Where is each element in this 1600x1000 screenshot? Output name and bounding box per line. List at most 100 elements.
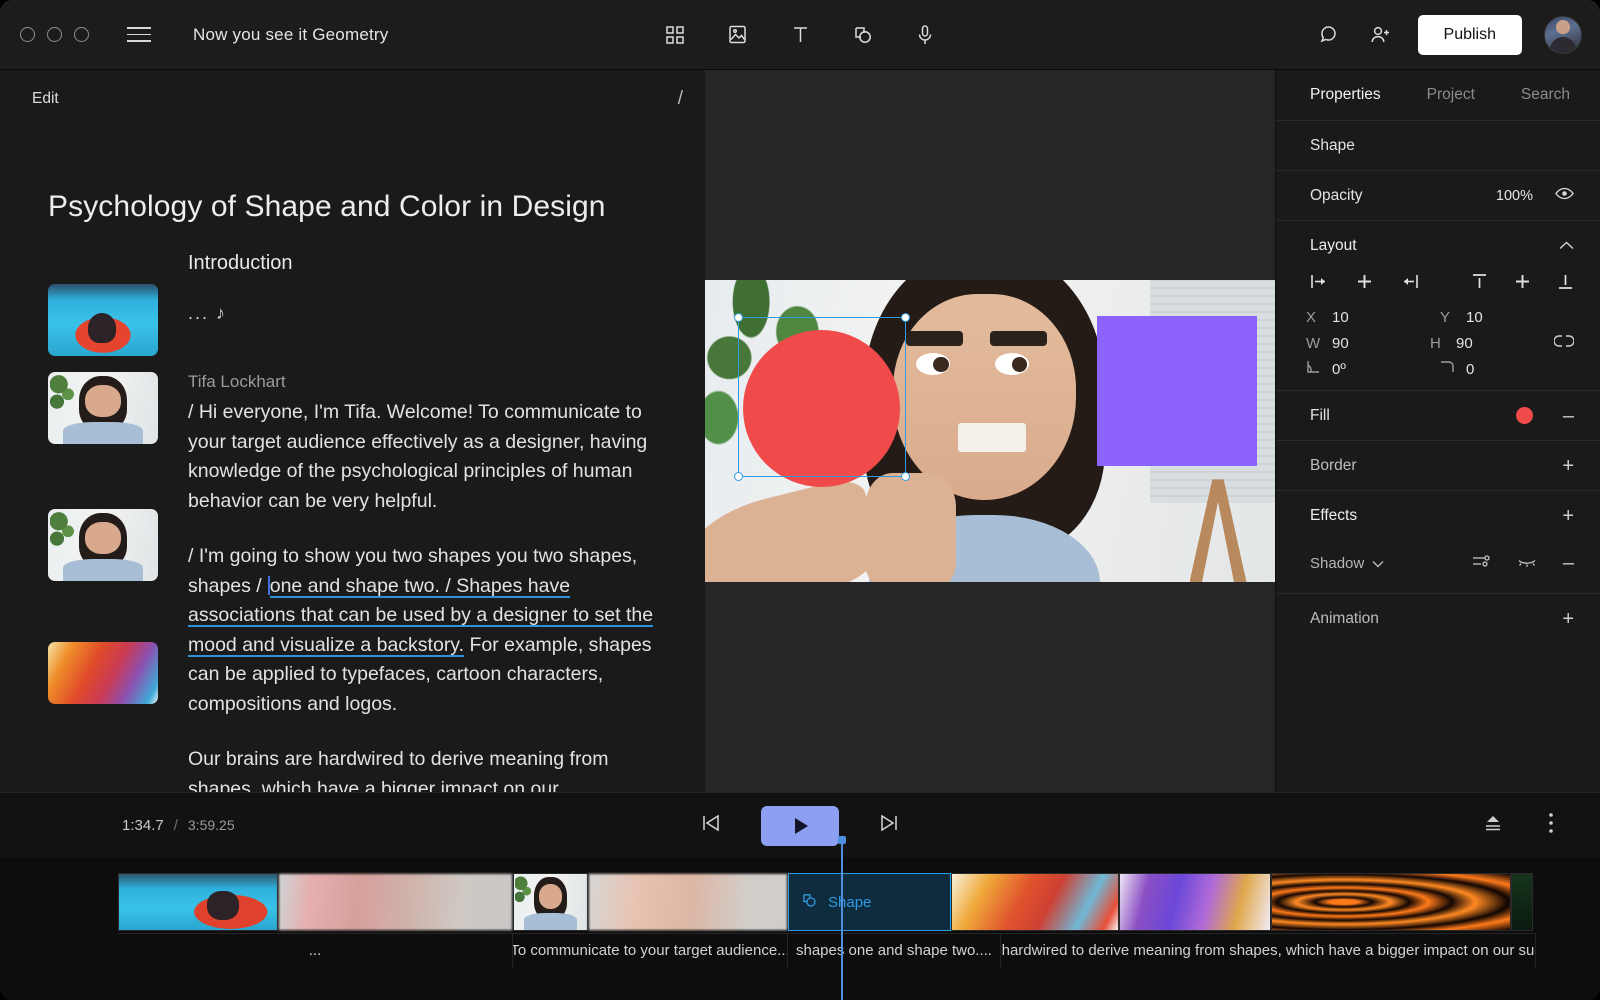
- caption-segment[interactable]: hardwired to derive meaning from shapes,…: [1001, 933, 1536, 967]
- timeline[interactable]: Shape ... To communicate to your target …: [0, 858, 1600, 1000]
- script-paragraph-2[interactable]: / I'm going to show you two shapes you t…: [188, 542, 667, 719]
- layout-header[interactable]: Layout: [1276, 221, 1600, 271]
- position-row[interactable]: X 10 Y 10: [1276, 305, 1600, 330]
- border-row[interactable]: Border +: [1276, 440, 1600, 490]
- shadow-hide-icon[interactable]: [1517, 555, 1537, 572]
- width-field[interactable]: W 90: [1306, 335, 1430, 352]
- caption-segment[interactable]: ...: [118, 933, 513, 967]
- purple-square-shape[interactable]: [1097, 316, 1257, 466]
- remove-shadow-icon[interactable]: –: [1563, 553, 1574, 573]
- visibility-eye-icon[interactable]: [1555, 187, 1574, 205]
- skip-previous-icon[interactable]: [700, 814, 722, 837]
- timeline-clip[interactable]: [513, 873, 588, 931]
- timeline-clip[interactable]: [1511, 873, 1533, 931]
- x-value[interactable]: 10: [1332, 309, 1349, 326]
- grid-icon[interactable]: [660, 20, 690, 50]
- skip-next-icon[interactable]: [878, 814, 900, 837]
- export-icon[interactable]: [1482, 814, 1504, 837]
- y-value[interactable]: 10: [1466, 309, 1483, 326]
- x-field[interactable]: X 10: [1306, 309, 1440, 326]
- align-center-vertical-icon[interactable]: [1514, 273, 1531, 295]
- scene-thumbnail[interactable]: [48, 372, 158, 444]
- scene-thumbnail[interactable]: [48, 642, 158, 704]
- window-controls[interactable]: [20, 27, 89, 42]
- opacity-row[interactable]: Opacity 100%: [1276, 170, 1600, 220]
- align-top-icon[interactable]: [1471, 273, 1488, 295]
- timeline-clip[interactable]: [1271, 873, 1511, 931]
- microphone-icon[interactable]: [910, 20, 940, 50]
- align-left-icon[interactable]: [1310, 274, 1329, 294]
- align-center-horizontal-icon[interactable]: [1355, 274, 1374, 294]
- height-value[interactable]: 90: [1456, 335, 1473, 352]
- scene-thumbnail[interactable]: [48, 284, 158, 356]
- minimize-button[interactable]: [47, 27, 62, 42]
- fill-row[interactable]: Fill –: [1276, 390, 1600, 440]
- resize-handle-bottom-right[interactable]: [901, 472, 910, 481]
- shadow-settings-icon[interactable]: [1471, 553, 1491, 573]
- align-bottom-icon[interactable]: [1557, 273, 1574, 295]
- add-animation-icon[interactable]: +: [1562, 609, 1574, 629]
- rotation-value[interactable]: 0º: [1332, 361, 1346, 378]
- add-person-icon[interactable]: [1366, 20, 1396, 50]
- y-label: Y: [1440, 309, 1454, 326]
- play-button[interactable]: [761, 806, 839, 846]
- chevron-down-icon[interactable]: [1372, 555, 1384, 572]
- image-icon[interactable]: [723, 20, 753, 50]
- resize-handle-top-right[interactable]: [901, 313, 910, 322]
- chevron-up-icon[interactable]: [1559, 237, 1574, 255]
- text-icon[interactable]: [785, 20, 815, 50]
- edit-label[interactable]: Edit: [32, 90, 59, 108]
- rotation-field[interactable]: 0º: [1306, 360, 1440, 378]
- caption-segment[interactable]: To communicate to your target audience..…: [513, 933, 788, 967]
- playhead[interactable]: [841, 836, 843, 1000]
- tab-properties[interactable]: Properties: [1310, 86, 1381, 104]
- add-effect-icon[interactable]: +: [1562, 506, 1574, 526]
- timeline-clip[interactable]: [1119, 873, 1271, 931]
- canvas-area[interactable]: [705, 70, 1275, 792]
- resize-handle-bottom-left[interactable]: [734, 472, 743, 481]
- timeline-clip[interactable]: [118, 873, 278, 931]
- script-paragraph-1[interactable]: / Hi everyone, I'm Tifa. Welcome! To com…: [188, 398, 667, 516]
- y-field[interactable]: Y 10: [1440, 309, 1574, 326]
- timeline-track[interactable]: Shape: [118, 873, 1533, 931]
- resize-handle-top-left[interactable]: [734, 313, 743, 322]
- animation-row[interactable]: Animation +: [1276, 593, 1600, 643]
- link-aspect-ratio-icon[interactable]: [1554, 334, 1574, 352]
- slash-command-icon[interactable]: /: [678, 88, 683, 110]
- shape-clip-icon: [801, 892, 818, 913]
- rotation-corner-row[interactable]: 0º 0: [1276, 356, 1600, 382]
- size-row[interactable]: W 90 H 90: [1276, 330, 1600, 356]
- fill-color-swatch[interactable]: [1516, 407, 1533, 424]
- maximize-button[interactable]: [74, 27, 89, 42]
- corner-radius-value[interactable]: 0: [1466, 361, 1474, 378]
- video-preview[interactable]: [705, 280, 1275, 582]
- avatar[interactable]: [1544, 16, 1582, 54]
- corner-radius-field[interactable]: 0: [1440, 360, 1574, 378]
- height-field[interactable]: H 90: [1430, 335, 1554, 352]
- publish-button[interactable]: Publish: [1418, 15, 1522, 55]
- more-options-icon[interactable]: [1548, 812, 1554, 839]
- caption-segment[interactable]: shapes one and shape two....: [788, 933, 1001, 967]
- script-paragraph-3[interactable]: Our brains are hardwired to derive meani…: [188, 745, 667, 792]
- tab-project[interactable]: Project: [1427, 86, 1475, 104]
- document-title[interactable]: Now you see it Geometry: [193, 25, 388, 45]
- tab-search[interactable]: Search: [1521, 86, 1570, 104]
- menu-icon[interactable]: [127, 27, 151, 42]
- width-value[interactable]: 90: [1332, 335, 1349, 352]
- add-border-icon[interactable]: +: [1562, 456, 1574, 476]
- timeline-clip[interactable]: [278, 873, 513, 931]
- top-bar-right: Publish: [1314, 15, 1582, 55]
- selection-box[interactable]: [738, 317, 906, 477]
- caption-strip[interactable]: ... To communicate to your target audien…: [118, 933, 1536, 967]
- opacity-value[interactable]: 100%: [1496, 188, 1533, 204]
- scene-thumbnail[interactable]: [48, 509, 158, 581]
- shapes-icon[interactable]: [848, 20, 878, 50]
- remove-fill-icon[interactable]: –: [1563, 406, 1574, 426]
- align-right-icon[interactable]: [1400, 274, 1419, 294]
- comment-icon[interactable]: [1314, 20, 1344, 50]
- timeline-clip[interactable]: [951, 873, 1119, 931]
- timeline-clip[interactable]: [588, 873, 788, 931]
- close-button[interactable]: [20, 27, 35, 42]
- shadow-row[interactable]: Shadow –: [1276, 541, 1600, 585]
- timeline-clip-shape[interactable]: Shape: [788, 873, 951, 931]
